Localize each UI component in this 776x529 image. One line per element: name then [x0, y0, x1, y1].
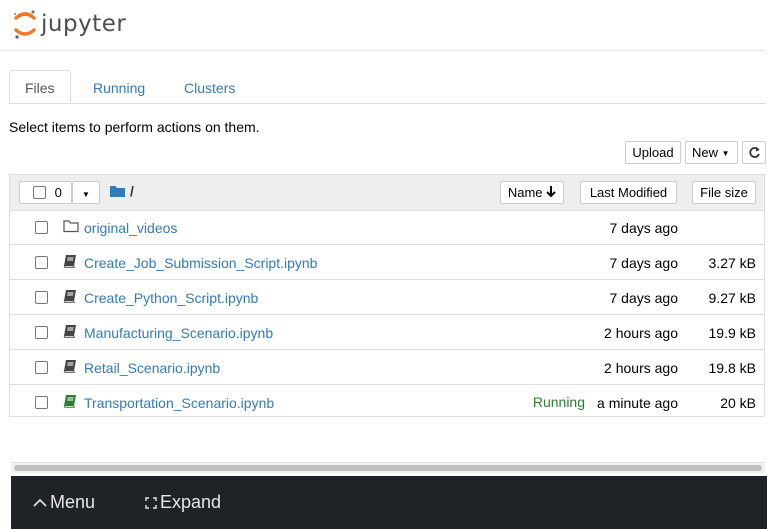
file-row[interactable]: Create_Job_Submission_Script.ipynb 7 days…	[10, 245, 764, 280]
list-header: 0 ▼ / Name Last Modified File size	[10, 175, 764, 211]
jupyter-logo[interactable]: jupyter	[12, 8, 126, 40]
file-name-link[interactable]: Create_Job_Submission_Script.ipynb	[84, 255, 317, 271]
menu-button[interactable]: Menu	[33, 492, 95, 513]
caret-down-icon: ▼	[721, 149, 730, 158]
sort-name-button[interactable]: Name	[500, 181, 564, 204]
running-status: Running	[532, 394, 585, 410]
file-list: 0 ▼ / Name Last Modified File size origi…	[9, 174, 765, 417]
file-row[interactable]: Transportation_Scenario.ipynb Running a mi…	[10, 385, 764, 420]
last-modified: 7 days ago	[609, 220, 679, 236]
tab-running[interactable]: Running	[78, 70, 160, 103]
folder-outline-icon	[63, 219, 79, 235]
file-row[interactable]: Retail_Scenario.ipynb 2 hours ago 19.8 kB	[10, 350, 764, 385]
row-checkbox[interactable]	[35, 396, 48, 409]
header: jupyter	[0, 0, 766, 51]
sort-last-modified-button[interactable]: Last Modified	[580, 181, 677, 204]
file-name-link[interactable]: Transportation_Scenario.ipynb	[84, 395, 274, 411]
menu-label: Menu	[50, 492, 96, 512]
upload-button[interactable]: Upload	[625, 141, 681, 164]
notebook-icon	[63, 324, 79, 340]
file-name-link[interactable]: original_videos	[84, 220, 177, 236]
arrow-down-icon	[546, 186, 556, 198]
breadcrumb[interactable]: /	[130, 183, 134, 199]
row-checkbox[interactable]	[35, 361, 48, 374]
row-checkbox[interactable]	[35, 291, 48, 304]
tab-files[interactable]: Files	[9, 70, 71, 103]
notebook-icon	[63, 289, 79, 305]
jupyter-logo-icon	[13, 10, 36, 39]
expand-label: Expand	[160, 492, 222, 512]
last-modified: a minute ago	[597, 395, 678, 411]
new-dropdown-button[interactable]: New ▼	[685, 141, 738, 164]
file-size: 3.27 kB	[708, 255, 756, 271]
last-modified: 7 days ago	[609, 290, 679, 306]
last-modified: 7 days ago	[609, 255, 679, 271]
notebook-icon	[63, 359, 79, 375]
file-row[interactable]: Create_Python_Script.ipynb 7 days ago 9.27…	[10, 280, 764, 315]
folder-icon	[110, 186, 125, 197]
instruction-text: Select items to perform actions on them.	[9, 119, 260, 135]
sort-name-label: Name	[507, 185, 543, 200]
refresh-button[interactable]	[742, 141, 766, 164]
expand-icon	[145, 496, 157, 509]
scrollbar-thumb[interactable]	[14, 465, 762, 471]
chevron-up-icon	[33, 498, 47, 507]
selected-count: 0	[54, 185, 62, 200]
refresh-icon	[748, 147, 760, 158]
file-row[interactable]: original_videos 7 days ago	[10, 210, 764, 245]
bottom-bar: Menu Expand	[11, 476, 767, 529]
file-name-link[interactable]: Create_Python_Script.ipynb	[84, 290, 258, 306]
file-name-link[interactable]: Retail_Scenario.ipynb	[84, 360, 220, 376]
caret-down-icon: ▼	[82, 190, 90, 199]
row-checkbox[interactable]	[35, 256, 48, 269]
file-size: 19.8 kB	[708, 360, 756, 376]
row-checkbox[interactable]	[35, 326, 48, 339]
file-name-link[interactable]: Manufacturing_Scenario.ipynb	[84, 325, 273, 341]
logo-text: jupyter	[41, 11, 127, 37]
file-size: 20 kB	[720, 395, 756, 411]
file-size: 9.27 kB	[708, 290, 756, 306]
notebook-icon	[63, 394, 79, 410]
file-row[interactable]: Manufacturing_Scenario.ipynb 2 hours ago 1…	[10, 315, 764, 350]
sort-file-size-button[interactable]: File size	[692, 181, 756, 204]
tab-bar: Files Running Clusters	[9, 70, 766, 104]
tab-clusters[interactable]: Clusters	[169, 70, 250, 103]
file-size: 19.9 kB	[708, 325, 756, 341]
last-modified: 2 hours ago	[604, 360, 678, 376]
last-modified: 2 hours ago	[604, 325, 678, 341]
notebook-icon	[63, 254, 79, 270]
horizontal-scrollbar[interactable]	[11, 462, 765, 473]
select-all-checkbox[interactable]	[33, 186, 46, 199]
expand-button[interactable]: Expand	[145, 492, 221, 513]
new-label: New	[692, 145, 719, 160]
selection-dropdown-button[interactable]: ▼	[72, 181, 100, 204]
row-checkbox[interactable]	[35, 221, 48, 234]
select-all-control[interactable]: 0	[19, 181, 72, 204]
